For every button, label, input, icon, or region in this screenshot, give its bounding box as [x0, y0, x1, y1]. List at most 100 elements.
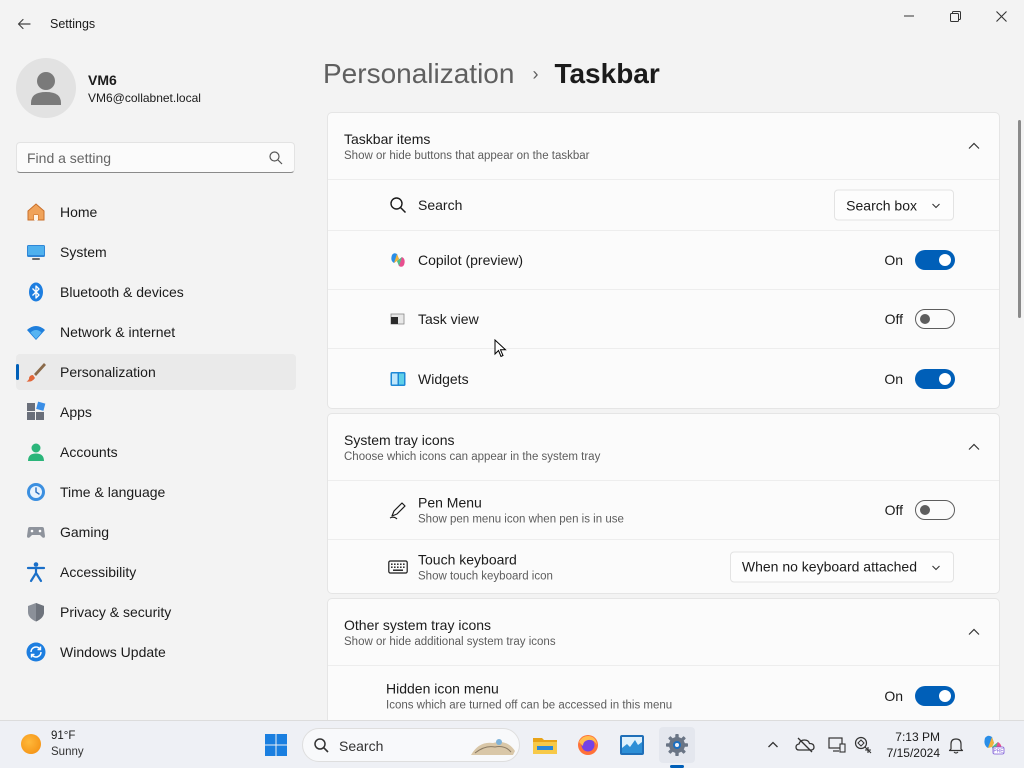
touch-keyboard-dropdown[interactable]: When no keyboard attached	[729, 551, 954, 582]
other-tray-header[interactable]: Other system tray icons Show or hide add…	[328, 599, 999, 666]
breadcrumb-separator: ›	[532, 63, 539, 84]
taskbar-items-card: Taskbar items Show or hide buttons that …	[327, 112, 1000, 409]
setting-row-copilot: Copilot (preview) On	[328, 231, 999, 290]
copilot-tray-button[interactable]: PRE	[980, 732, 1006, 758]
weather-temperature[interactable]: 91°F	[51, 730, 75, 742]
update-icon	[25, 641, 47, 663]
widgets-icon	[388, 369, 408, 389]
setting-row-hidden-icon-menu: Hidden icon menu Icons which are turned …	[328, 666, 999, 720]
settings-gear-icon	[666, 734, 688, 756]
row-description: Show touch keyboard icon	[418, 570, 553, 582]
clock-time[interactable]: 7:13 PM	[884, 730, 940, 744]
settings-content: Taskbar items Show or hide buttons that …	[327, 112, 1000, 720]
copilot-icon: PRE	[984, 735, 1005, 755]
nav-label: Personalization	[60, 364, 156, 380]
file-explorer-icon	[533, 738, 557, 754]
settings-button[interactable]	[659, 727, 695, 763]
nav-item-time-language[interactable]: Time & language	[16, 474, 296, 510]
wifi-icon	[25, 321, 47, 343]
search-input[interactable]	[27, 149, 262, 167]
chevron-up-icon[interactable]	[967, 440, 981, 454]
taskbar-items-header[interactable]: Taskbar items Show or hide buttons that …	[328, 113, 999, 180]
mouse-cursor-icon	[494, 339, 507, 358]
hidden-icon-menu-toggle[interactable]	[915, 685, 955, 706]
nav-item-windows-update[interactable]: Windows Update	[16, 634, 296, 670]
language-icon	[854, 736, 872, 754]
system-tray-card: System tray icons Choose which icons can…	[327, 413, 1000, 594]
chevron-down-icon	[932, 565, 940, 570]
nav-label: Gaming	[60, 524, 110, 540]
toggle-state-label: Off	[884, 502, 903, 518]
restore-icon	[949, 10, 961, 22]
windows-start-icon	[265, 734, 287, 756]
accessibility-icon	[25, 561, 47, 583]
nav-item-bluetooth[interactable]: Bluetooth & devices	[16, 274, 296, 310]
setting-row-widgets: Widgets On	[328, 349, 999, 408]
back-button[interactable]	[10, 10, 38, 38]
breadcrumb-parent[interactable]: Personalization	[323, 58, 514, 90]
notifications-button[interactable]	[946, 735, 966, 755]
bluetooth-icon	[25, 281, 47, 303]
onedrive-button[interactable]	[795, 735, 815, 755]
chevron-up-icon[interactable]	[967, 139, 981, 153]
row-label: Widgets	[418, 370, 469, 387]
sun-icon[interactable]	[21, 734, 41, 754]
search-mode-dropdown[interactable]: Search box	[834, 189, 954, 221]
minimize-button[interactable]	[886, 0, 932, 32]
close-button[interactable]	[978, 0, 1024, 32]
weather-condition[interactable]: Sunny	[51, 746, 84, 758]
page-title: Taskbar	[554, 58, 660, 89]
dropdown-value: Search box	[846, 197, 917, 213]
nav-item-system[interactable]: System	[16, 234, 296, 270]
widgets-toggle[interactable]	[915, 368, 955, 389]
row-text: Pen Menu Show pen menu icon when pen is …	[418, 495, 624, 526]
firefox-button[interactable]	[570, 727, 606, 763]
nav-label: Accounts	[60, 444, 118, 460]
onedrive-offline-icon	[795, 737, 815, 753]
chevron-up-icon[interactable]	[967, 625, 981, 639]
clock-date[interactable]: 7/15/2024	[878, 746, 940, 760]
chevron-down-icon	[932, 203, 940, 209]
nav-item-accounts[interactable]: Accounts	[16, 434, 296, 470]
task-view-toggle[interactable]	[915, 309, 955, 329]
clock-globe-icon	[25, 481, 47, 503]
nav-label: System	[60, 244, 107, 260]
copilot-toggle[interactable]	[915, 250, 955, 270]
nav-label: Apps	[60, 404, 92, 420]
task-manager-button[interactable]	[614, 727, 650, 763]
scrollbar-thumb[interactable]	[1018, 120, 1021, 318]
search-icon	[388, 195, 408, 215]
avatar[interactable]	[16, 58, 76, 118]
row-label: Copilot (preview)	[418, 252, 524, 268]
system-tray-header[interactable]: System tray icons Choose which icons can…	[328, 414, 999, 481]
language-tray-button[interactable]	[853, 735, 873, 755]
toggle-state-label: Off	[884, 311, 903, 327]
home-icon	[25, 201, 47, 223]
restore-button[interactable]	[932, 0, 978, 32]
settings-search[interactable]	[16, 142, 295, 173]
nav-item-gaming[interactable]: Gaming	[16, 514, 296, 550]
display-tray-button[interactable]	[827, 735, 847, 755]
row-text: Copilot (preview)	[418, 252, 523, 268]
nav-label: Bluetooth & devices	[60, 284, 184, 300]
other-tray-card: Other system tray icons Show or hide add…	[327, 598, 1000, 720]
taskbar-search[interactable]: Search	[302, 728, 520, 762]
row-text: Touch keyboard Show touch keyboard icon	[418, 551, 553, 582]
nav-label: Accessibility	[60, 564, 137, 580]
nav-item-network[interactable]: Network & internet	[16, 314, 296, 350]
nav-item-home[interactable]: Home	[16, 194, 296, 230]
nav-item-accessibility[interactable]: Accessibility	[16, 554, 296, 590]
search-icon	[314, 738, 329, 753]
nav-item-apps[interactable]: Apps	[16, 394, 296, 430]
file-explorer-button[interactable]	[527, 727, 563, 763]
pen-menu-toggle[interactable]	[915, 500, 955, 520]
nav-item-privacy[interactable]: Privacy & security	[16, 594, 296, 630]
show-hidden-icons-button[interactable]	[763, 735, 783, 755]
minimize-icon	[904, 15, 914, 17]
nav-label: Windows Update	[60, 644, 166, 660]
row-text: Search	[418, 197, 462, 213]
nav-item-personalization[interactable]: Personalization	[16, 354, 296, 390]
section-title: Other system tray icons	[344, 617, 492, 633]
setting-row-pen-menu: Pen Menu Show pen menu icon when pen is …	[328, 481, 999, 540]
start-button[interactable]	[258, 727, 294, 763]
